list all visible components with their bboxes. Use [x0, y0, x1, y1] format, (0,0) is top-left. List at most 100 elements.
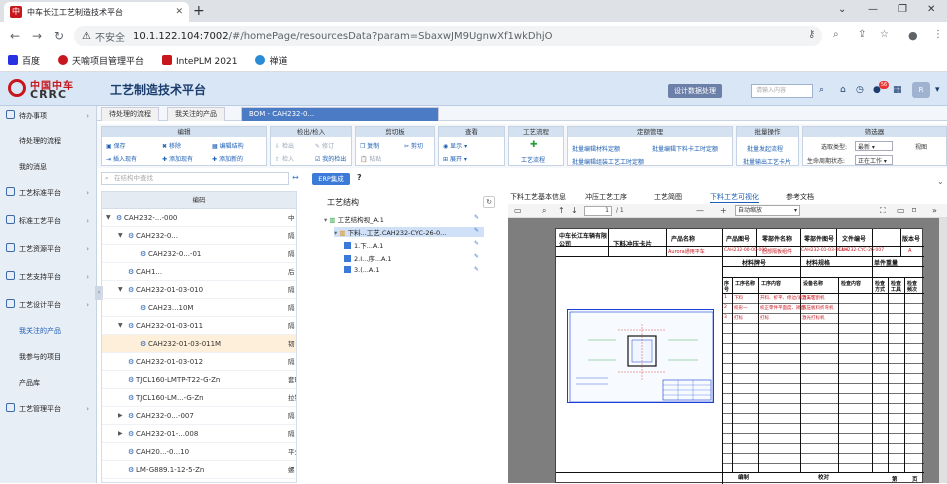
cut-button[interactable]: ✂ 剪切 [404, 141, 423, 150]
expand-toggle-icon[interactable]: ▼ [118, 317, 123, 334]
menu-icon[interactable]: ⋮ [933, 29, 943, 40]
edit-node-icon[interactable]: ✎ [474, 240, 479, 247]
sidebar-item-pending[interactable]: 待处理的流程 [0, 134, 97, 148]
new-tab-icon[interactable]: + [193, 3, 205, 19]
expand-toggle-icon[interactable]: ▼ [118, 227, 123, 244]
header-search-input[interactable]: 请输入内容 [751, 84, 813, 98]
tab-search-icon[interactable]: ⌄ [838, 4, 846, 15]
clock-icon[interactable]: ◷ [856, 85, 864, 95]
remove-button[interactable]: ✖ 移除 [162, 141, 181, 150]
back-icon[interactable]: ← [10, 29, 20, 43]
edit-structure-button[interactable]: ▦ 编辑结构 [212, 141, 244, 150]
open-file-icon[interactable]: ▭ [897, 206, 905, 215]
bookmark-tianyu[interactable]: 天喻项目管理平台 [58, 54, 144, 67]
batch-material-quota-button[interactable]: 批量编辑材料定额 [572, 144, 620, 153]
avatar[interactable]: R [912, 82, 930, 98]
erp-button[interactable]: ERP集成 [312, 173, 350, 185]
structure-search-input[interactable]: ⌕ 在结构中查找 [101, 172, 289, 185]
page-number-input[interactable]: 1 [584, 206, 612, 216]
edit-node-icon[interactable]: ✎ [474, 227, 479, 234]
sidebar-item-resource[interactable]: 工艺资源平台 › [0, 242, 97, 256]
batch-blanking-hours-button[interactable]: 批量编辑下料卡工时定额 [652, 144, 718, 153]
refresh-icon[interactable]: ↻ [483, 196, 495, 208]
close-tab-icon[interactable]: ✕ [175, 7, 183, 17]
tab-stamping-steps[interactable]: 冲压工艺工序 [585, 192, 627, 202]
profile-icon[interactable]: ● [908, 29, 918, 42]
checkbox-icon[interactable] [344, 255, 351, 262]
show-button[interactable]: ◉ 显示 ▾ [443, 141, 467, 150]
next-page-icon[interactable]: ↓ [571, 206, 578, 215]
revise-button[interactable]: ✎ 修订 [315, 141, 334, 150]
minimize-icon[interactable]: — [868, 4, 878, 15]
table-row[interactable]: ⚙ CAH232-01-03-012 隔 [102, 353, 296, 371]
zoom-out-icon[interactable]: — [696, 206, 704, 215]
table-row[interactable]: ⚙ CAH23...10M 隔 [102, 299, 296, 317]
batch-output-button[interactable]: 批量输出工艺卡片 [743, 157, 791, 166]
tab-reference-docs[interactable]: 参考文档 [786, 192, 814, 202]
table-row[interactable]: ▼ ⚙ CAH232-0... 隔 [102, 227, 296, 245]
sidebar-item-manage[interactable]: 工艺管理平台 › [0, 402, 97, 416]
checkin-button[interactable]: ⇧ 检入 [275, 154, 294, 163]
batch-flow-button[interactable]: 批量发起流程 [747, 144, 783, 153]
sidebar-item-followed[interactable]: 我关注的产品 [0, 324, 97, 338]
checkbox-icon[interactable] [344, 266, 351, 273]
presentation-icon[interactable]: ⛶ [880, 206, 886, 216]
tab-followed[interactable]: 我关注的产品 [167, 107, 225, 121]
expand-toggle-icon[interactable]: ▼ [118, 281, 123, 298]
tab-pending[interactable]: 待处理的流程 [101, 107, 159, 121]
sync-arrows-icon[interactable]: ↔ [292, 173, 299, 182]
batch-assembly-hours-button[interactable]: 批量编辑组装工艺工时定额 [572, 157, 644, 166]
table-row[interactable]: ▼ ⚙ CAH232-...-000 中 [102, 209, 296, 227]
prev-page-icon[interactable]: ↑ [558, 206, 565, 215]
tab-bom[interactable]: BOM - CAH232-0... [241, 107, 439, 121]
expand-toggle-icon[interactable]: ▼ [106, 209, 111, 226]
table-row[interactable]: ▼ ⚙ CAH232-01-03-011 隔 [102, 317, 296, 335]
checkbox-icon[interactable] [344, 242, 351, 249]
checkout-button[interactable]: ⇩ 检出 [275, 141, 294, 150]
expand-button[interactable]: ⊞ 展开 ▾ [443, 154, 467, 163]
copy-button[interactable]: ❐ 复制 [360, 141, 379, 150]
url-field[interactable]: ⚠ 不安全 10.1.122.104:7002 /#/homePage/reso… [74, 26, 822, 46]
table-row[interactable]: ⚙TJCL160-LMTP-T22-G-Zn 套环 [102, 371, 296, 389]
reload-icon[interactable]: ↻ [54, 29, 64, 43]
structure-node[interactable]: ▾ ▥ 下料...工艺.CAH232-CYC-26-0... [334, 227, 484, 237]
home-icon[interactable]: ⌂ [840, 85, 846, 95]
bookmark-chandao[interactable]: 禅道 [255, 54, 287, 67]
insert-existing-button[interactable]: ⇥ 插入现有 [106, 154, 137, 163]
process-flow-button[interactable]: 工艺流程 [521, 155, 545, 164]
sidebar-item-todo[interactable]: 待办事项 › [0, 109, 97, 123]
toolbar-collapse-icon[interactable]: ⌄ [937, 177, 944, 186]
pdf-scrollbar[interactable] [939, 218, 947, 483]
sidebar-item-product-lib[interactable]: 产品库 [0, 376, 97, 390]
key-icon[interactable]: ⚷ [808, 29, 815, 40]
structure-node[interactable]: ▾ ▥ 工艺结构视_A.1 [324, 214, 384, 224]
my-checkouts-button[interactable]: ☑ 我的检出 [315, 154, 346, 163]
add-new-button[interactable]: ✚ 添加新的 [212, 154, 243, 163]
table-row[interactable]: ⚙TJCL160-LM...-G-Zn 拉钢 [102, 389, 296, 407]
find-icon[interactable]: ⌕ [542, 206, 546, 216]
edit-node-icon[interactable]: ✎ [474, 266, 479, 273]
star-icon[interactable]: ☆ [880, 29, 889, 40]
more-tools-icon[interactable]: » [932, 206, 937, 215]
tab-visualization[interactable]: 下料工艺可视化 [710, 192, 759, 203]
window-close-icon[interactable]: ✕ [927, 4, 935, 15]
zoom-icon[interactable]: ⌕ [833, 29, 839, 40]
table-row[interactable]: ▶ ⚙ CAH232-01-...008 隔 [102, 425, 296, 443]
table-row[interactable]: ⚙CAH20...-0...10 平头 [102, 443, 296, 461]
structure-node[interactable]: 3.(...A.1 [344, 266, 379, 274]
structure-node[interactable]: 2.I...序...A.1 [344, 253, 392, 263]
tab-basic-info[interactable]: 下料工艺基本信息 [510, 192, 566, 202]
table-row[interactable]: ⚙ CAH232-01-03-011M 韧 [102, 335, 296, 353]
paste-button[interactable]: 📋 粘贴 [360, 154, 381, 163]
table-row[interactable]: ▼ ⚙ CAH232-01-03-010 隔 [102, 281, 296, 299]
expand-toggle-icon[interactable]: ▶ [118, 407, 123, 424]
table-row[interactable]: ⚙ LM-G889.1-12-5-Zn 螺 [102, 461, 296, 479]
save-button[interactable]: ▣ 保存 [106, 141, 126, 150]
add-existing-button[interactable]: ✚ 添加现有 [162, 154, 193, 163]
expand-toggle-icon[interactable]: ▶ [118, 425, 123, 442]
edit-node-icon[interactable]: ✎ [474, 214, 479, 221]
sidebar-item-std[interactable]: 工艺标准平台 › [0, 186, 97, 200]
search-icon[interactable]: ⌕ [819, 85, 824, 95]
sidebar-toggle-icon[interactable]: ▭ [514, 206, 522, 215]
type-select[interactable]: 最新 ▾ [855, 141, 893, 151]
